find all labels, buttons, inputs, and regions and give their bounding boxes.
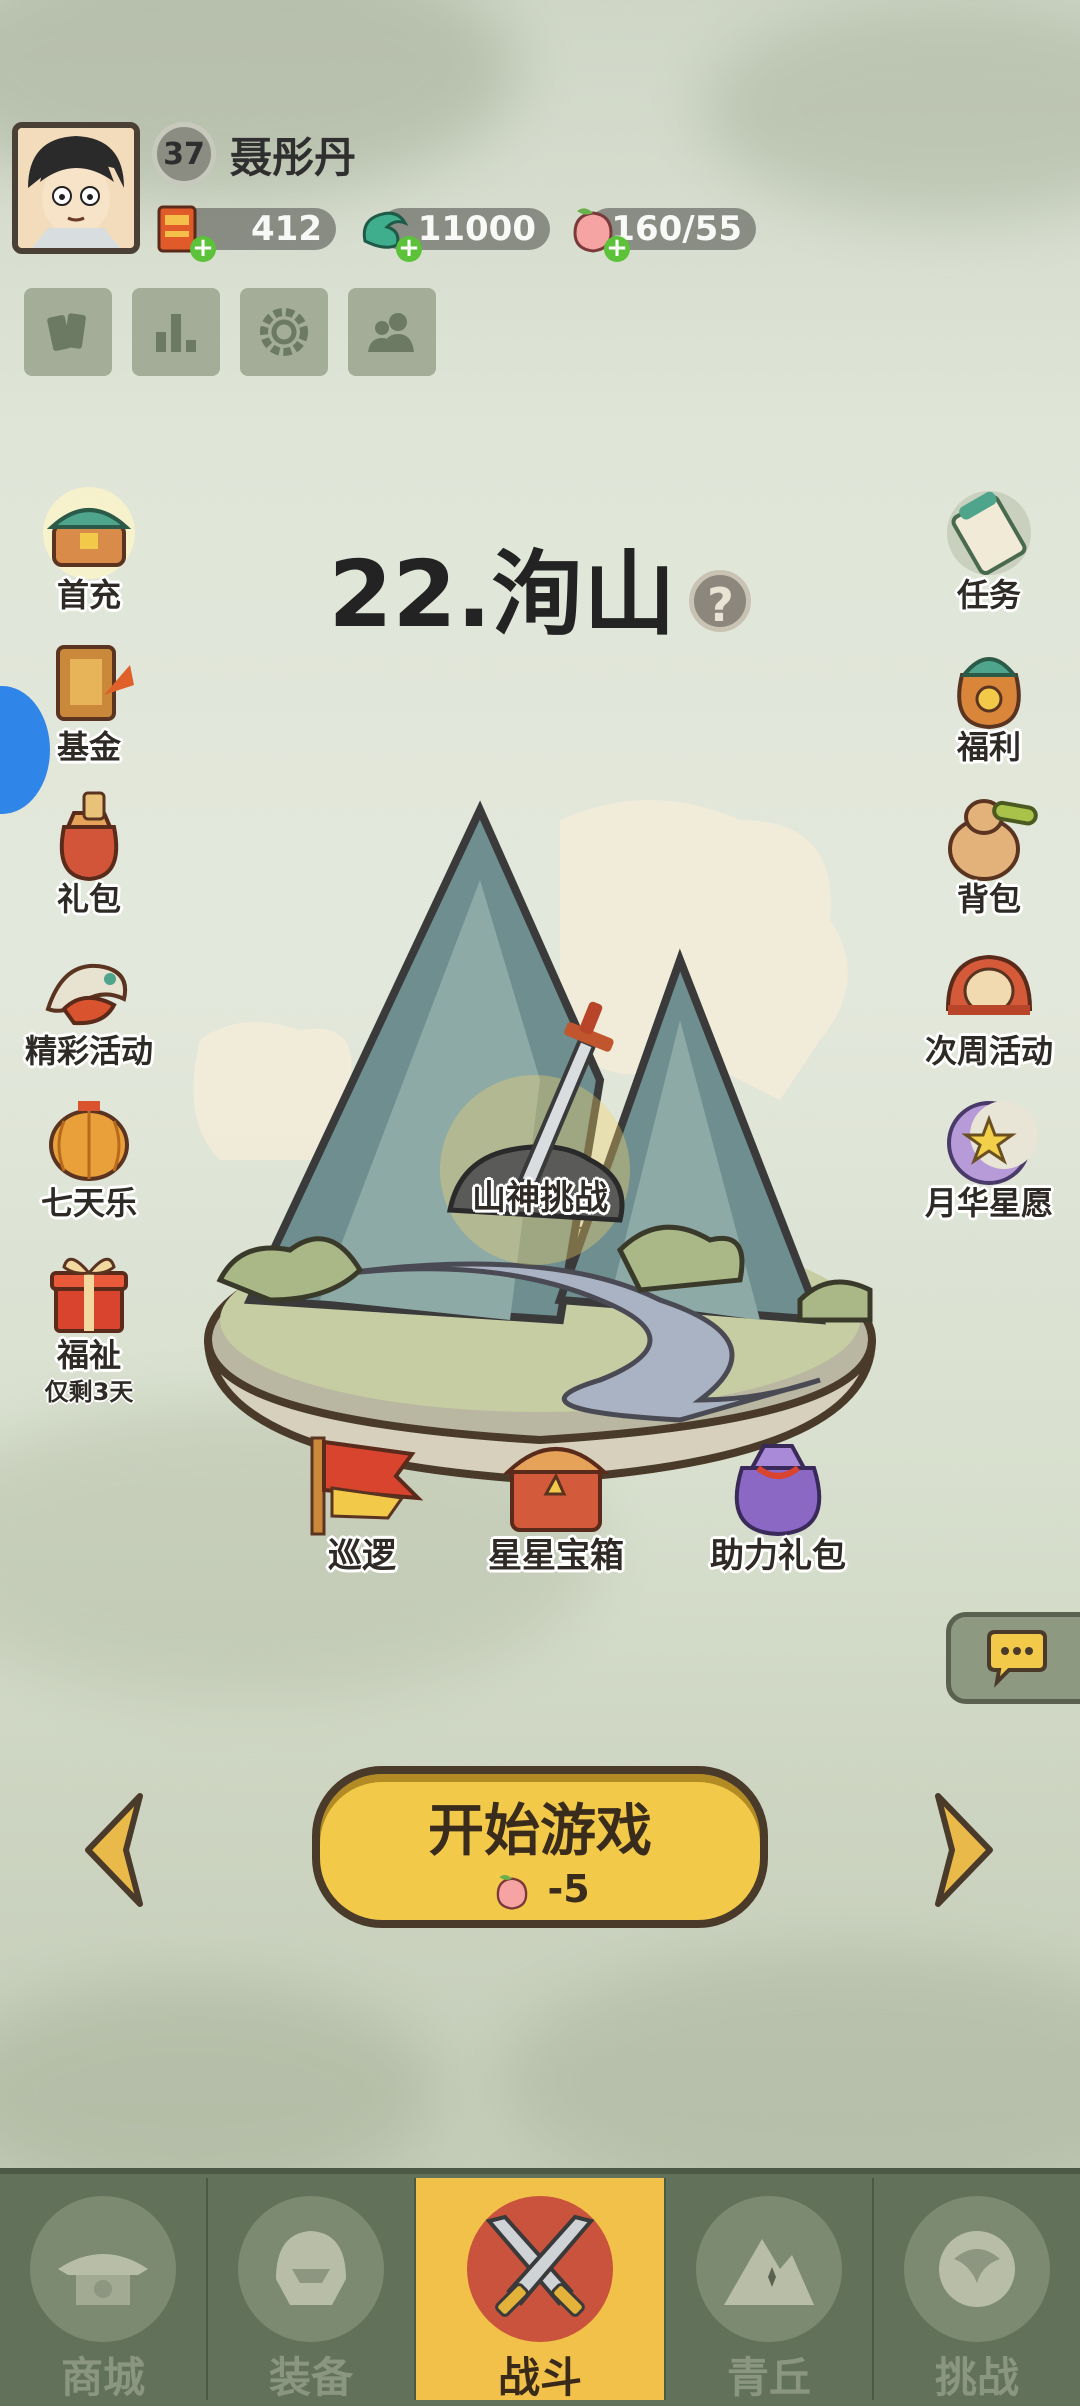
next-stage-arrow-icon[interactable] <box>928 1790 998 1910</box>
scroll-coupon-icon[interactable]: + <box>146 196 216 262</box>
stamina-cost-value: -5 <box>547 1867 590 1911</box>
friends-button[interactable] <box>348 288 436 376</box>
time-remaining-label: 仅剩3天 <box>44 1378 134 1406</box>
menu-label: 月华星愿 <box>924 1184 1053 1222</box>
stamina-cost: -5 <box>320 1867 760 1912</box>
plus-icon[interactable]: + <box>396 235 422 262</box>
support-pouch-icon <box>734 1444 822 1537</box>
peach-stamina-icon[interactable]: + <box>560 196 630 262</box>
player-avatar[interactable] <box>12 122 140 254</box>
settings-gear-icon <box>260 308 308 356</box>
start-game-button[interactable]: 开始游戏 -5 <box>312 1766 768 1928</box>
stage-item-star-chest[interactable]: 星星宝箱 <box>466 1428 646 1577</box>
mountain-god-challenge-label[interactable]: 山神挑战 <box>440 1170 640 1219</box>
crossed-swords-icon <box>467 2196 613 2342</box>
left-menu-gift-pack[interactable]: 礼包 <box>14 782 164 920</box>
tab-battle[interactable]: 战斗 <box>416 2178 664 2402</box>
chat-bubble-icon <box>987 1630 1047 1688</box>
right-menu-backpack[interactable]: 背包 <box>914 782 1064 920</box>
jade-dragon-icon[interactable]: + <box>352 196 422 262</box>
peach-stamina-icon <box>496 1874 528 1910</box>
cards-icon <box>47 313 86 351</box>
equipment-helmet-icon <box>238 2196 384 2342</box>
tab-label: 装备 <box>268 2353 353 2402</box>
plus-icon[interactable]: + <box>604 235 630 262</box>
resource-value: 412 <box>251 209 322 249</box>
tab-qingqiu[interactable]: 青丘 <box>666 2178 872 2402</box>
friends-icon <box>368 313 414 352</box>
settings-button[interactable] <box>240 288 328 376</box>
menu-label: 精彩活动 <box>24 1032 153 1070</box>
left-menu-events[interactable]: 精彩活动 <box>14 934 164 1072</box>
star-chest-icon <box>503 1447 609 1532</box>
player-level-badge: 37 <box>152 122 216 186</box>
patrol-flag-icon <box>310 1436 424 1536</box>
right-menu-weekly-event[interactable]: 次周活动 <box>914 934 1064 1072</box>
left-menu-welfare-box[interactable]: 福祉 仅剩3天 <box>14 1238 164 1407</box>
menu-label: 次周活动 <box>924 1032 1053 1070</box>
stage-title-text: 22.洵山 <box>328 541 676 648</box>
left-menu-seven-days[interactable]: 七天乐 <box>14 1086 164 1224</box>
resource-value: 160/55 <box>611 209 742 249</box>
tab-label: 战斗 <box>497 2353 582 2402</box>
chat-button[interactable] <box>946 1612 1080 1704</box>
help-question-icon[interactable]: ? <box>689 569 752 632</box>
right-menu-moon-star[interactable]: 月华星愿 <box>914 1086 1064 1224</box>
stage-title: 22.洵山? <box>0 520 1080 653</box>
mountain-spirit-icon <box>696 2196 842 2342</box>
prev-stage-arrow-icon[interactable] <box>80 1790 150 1910</box>
tab-label: 青丘 <box>726 2353 811 2402</box>
ranking-button[interactable] <box>132 288 220 376</box>
tab-equipment[interactable]: 装备 <box>208 2178 414 2402</box>
resource-value: 11000 <box>417 209 536 249</box>
plus-icon[interactable]: + <box>190 235 216 262</box>
cards-button[interactable] <box>24 288 112 376</box>
stage-item-patrol[interactable]: 巡逻 <box>282 1428 442 1577</box>
challenge-orb-icon <box>904 2196 1050 2342</box>
tab-label: 挑战 <box>934 2353 1019 2402</box>
tab-shop[interactable]: 商城 <box>0 2178 206 2402</box>
stage-island-illustration[interactable] <box>180 780 900 1540</box>
ranking-icon <box>156 314 196 352</box>
stage-item-support-pack[interactable]: 助力礼包 <box>678 1428 878 1577</box>
stage-item-label: 星星宝箱 <box>488 1536 624 1576</box>
tab-label: 商城 <box>60 2353 145 2402</box>
tab-challenge[interactable]: 挑战 <box>874 2178 1080 2402</box>
shop-pagoda-icon <box>30 2196 176 2342</box>
player-name: 聂彤丹 <box>230 133 357 182</box>
start-game-label: 开始游戏 <box>428 1799 652 1864</box>
